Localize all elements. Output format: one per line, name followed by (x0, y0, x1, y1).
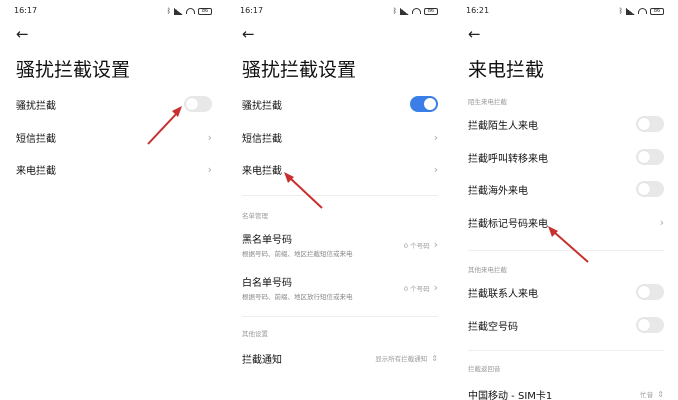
panel-harassment-settings-on: 16:17 ᛒ 86 ← 骚扰拦截设置 骚扰拦截 短信拦截 › 来电拦截 › 名… (226, 0, 452, 400)
screenshot-root: 16:17 ᛒ 86 ← 骚扰拦截设置 骚扰拦截 短信拦截 › 来电拦截 › 1… (0, 0, 678, 400)
panel-call-block: 16:21 ᛒ 86 ← 来电拦截 陌生来电拦截 拦截陌生人来电 拦截呼叫转移来… (452, 0, 678, 400)
annotation-arrow (147, 106, 182, 145)
annotation-arrow (548, 226, 589, 263)
annotation-arrow (284, 172, 323, 209)
panel-harassment-settings-off: 16:17 ᛒ 86 ← 骚扰拦截设置 骚扰拦截 短信拦截 › 来电拦截 › (0, 0, 226, 400)
